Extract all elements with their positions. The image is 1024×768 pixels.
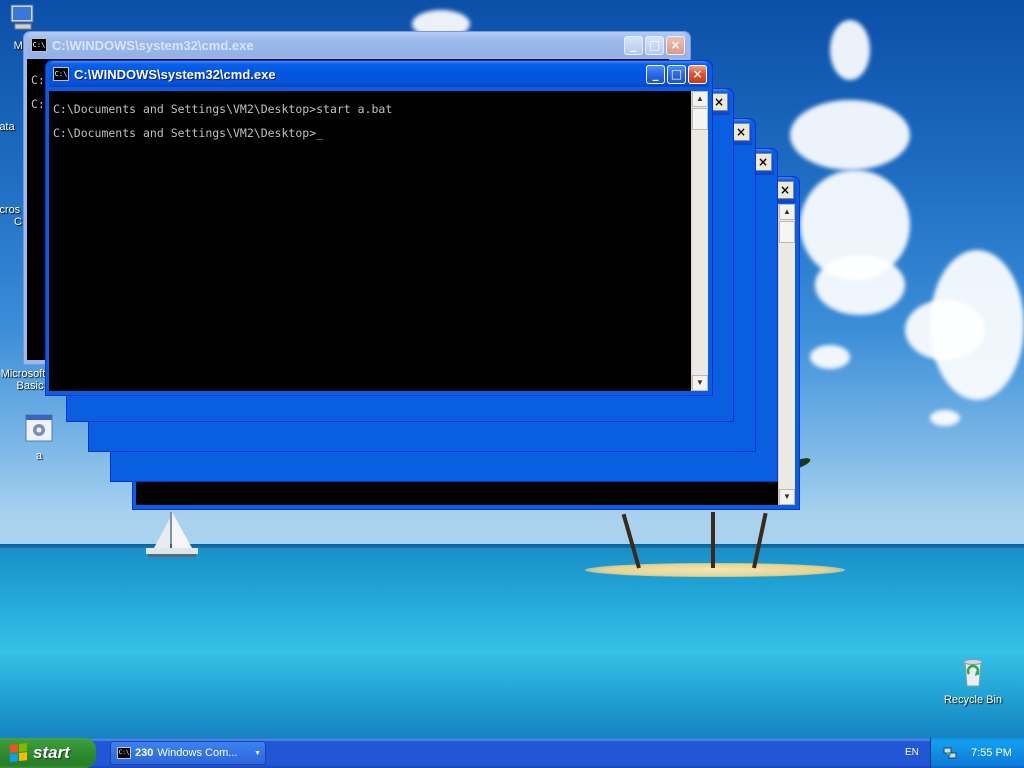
- cmd-icon: C:\: [53, 67, 69, 81]
- scroll-up-arrow-icon[interactable]: ▲: [779, 204, 795, 220]
- batch-file-icon: [25, 414, 53, 442]
- cloud: [830, 20, 870, 80]
- scroll-down-arrow-icon[interactable]: ▼: [692, 375, 708, 391]
- scroll-up-arrow-icon[interactable]: ▲: [692, 91, 708, 107]
- title-bar[interactable]: C:\ C:\WINDOWS\system32\cmd.exe _ □ ×: [27, 32, 687, 58]
- close-button[interactable]: ×: [732, 123, 750, 141]
- close-button[interactable]: ×: [666, 35, 685, 55]
- console-line: C:\Documents and Settings\VM2\Desktop>st…: [53, 102, 393, 116]
- network-icon[interactable]: [943, 746, 957, 760]
- close-button[interactable]: ×: [776, 181, 794, 199]
- taskbar-group-button[interactable]: C:\ 230 Windows Com... ▼: [110, 741, 266, 765]
- vertical-scrollbar[interactable]: ▲ ▼: [778, 204, 795, 505]
- palm-trunk: [711, 512, 715, 568]
- cmd-icon: C:\: [117, 747, 131, 759]
- sailboat-image: [146, 512, 198, 557]
- recycle-bin-icon: [963, 659, 983, 687]
- cmd-icon: C:\: [31, 38, 47, 52]
- system-tray: 7:55 PM: [930, 738, 1024, 768]
- cmd-window-active[interactable]: C:\ C:\WINDOWS\system32\cmd.exe _ □ × C:…: [45, 60, 713, 396]
- cloud: [815, 255, 905, 315]
- clock[interactable]: 7:55 PM: [971, 747, 1012, 759]
- close-button[interactable]: ×: [688, 64, 707, 84]
- desktop-icon-recycle-bin[interactable]: Recycle Bin: [938, 656, 1008, 706]
- start-button[interactable]: start: [0, 738, 96, 768]
- sea: [0, 548, 1024, 738]
- chevron-down-icon: ▼: [254, 749, 261, 757]
- title-bar[interactable]: C:\ C:\WINDOWS\system32\cmd.exe _ □ ×: [49, 61, 709, 87]
- island: [585, 563, 845, 577]
- vertical-scrollbar[interactable]: ▲ ▼: [691, 91, 708, 391]
- scroll-down-arrow-icon[interactable]: ▼: [779, 489, 795, 505]
- scroll-thumb[interactable]: [779, 221, 795, 243]
- computer-icon: [10, 4, 34, 30]
- task-count: 230: [135, 747, 154, 759]
- cloud: [905, 300, 985, 360]
- minimize-button[interactable]: _: [646, 64, 665, 84]
- window-title: C:\WINDOWS\system32\cmd.exe: [74, 66, 276, 82]
- minimize-button[interactable]: _: [624, 35, 643, 55]
- cloud: [810, 345, 850, 369]
- window-title: C:\WINDOWS\system32\cmd.exe: [52, 37, 254, 53]
- desktop-icon-label: Recycle Bin: [943, 694, 1003, 706]
- maximize-button[interactable]: □: [645, 35, 664, 55]
- taskbar: start C:\ 230 Windows Com... ▼ EN 7:55 P…: [0, 738, 1024, 768]
- windows-logo-icon: [10, 743, 28, 763]
- task-label: Windows Com...: [157, 747, 238, 759]
- desktop-icon-a[interactable]: a: [4, 412, 74, 462]
- cloud: [930, 410, 960, 426]
- console-output[interactable]: C:\Documents and Settings\VM2\Desktop>st…: [49, 91, 691, 391]
- scroll-thumb[interactable]: [692, 108, 708, 130]
- maximize-button[interactable]: □: [667, 64, 686, 84]
- close-button[interactable]: ×: [754, 153, 772, 171]
- start-label: start: [33, 743, 70, 762]
- console-line: C:\Documents and Settings\VM2\Desktop>_: [53, 126, 324, 140]
- cloud: [790, 100, 910, 170]
- language-indicator[interactable]: EN: [905, 747, 919, 758]
- desktop: My Data Micros C Microsoft Basic a Recyc…: [0, 0, 1024, 738]
- desktop-icon-label: a: [35, 450, 43, 462]
